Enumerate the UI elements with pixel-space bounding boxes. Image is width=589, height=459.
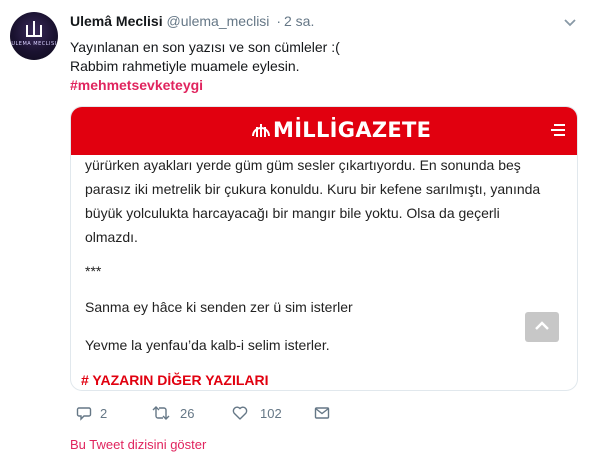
retweet-count: 26: [180, 406, 195, 421]
embedded-image-card[interactable]: MİLLİGAZETE yürürken ayakları yerde güm …: [70, 106, 578, 391]
author-handle[interactable]: @ulema_meclisi: [167, 13, 270, 29]
reply-button[interactable]: 2: [76, 403, 116, 423]
tweet-text: Yayınlanan en son yazısı ve son cümleler…: [70, 38, 340, 95]
avatar-text: ULEMA MECLISI: [11, 41, 57, 47]
scroll-top-button[interactable]: [525, 312, 559, 342]
like-button[interactable]: 102: [232, 403, 292, 423]
reply-count: 2: [100, 406, 108, 421]
article-paragraph: Sanma ey hâce ki senden zer ü sim isterl…: [85, 299, 353, 315]
milligazete-logo-icon: [252, 124, 270, 137]
article-paragraph: yürürken ayakları yerde güm güm sesler ç…: [85, 157, 541, 245]
tweet-header: Ulemâ Meclisi @ulema_meclisi · 2 sa.: [70, 13, 314, 29]
reply-icon: [76, 407, 92, 421]
like-count: 102: [260, 406, 282, 421]
envelope-icon: [314, 407, 330, 419]
ulema-logo-icon: [26, 21, 42, 37]
chevron-up-icon: [535, 321, 549, 330]
retweet-button[interactable]: 26: [152, 403, 202, 423]
other-articles-link[interactable]: # YAZARIN DİĞER YAZILARI: [81, 372, 269, 388]
retweet-icon: [152, 406, 170, 420]
hashtag-link[interactable]: #mehmetsevketeygi: [70, 76, 340, 95]
article-paragraph: Yevme la yenfau’da kalb-i selim isterler…: [85, 337, 330, 353]
tweet: ULEMA MECLISI Ulemâ Meclisi @ulema_mecli…: [0, 0, 589, 459]
hamburger-menu-icon[interactable]: [549, 121, 567, 139]
author-name[interactable]: Ulemâ Meclisi: [70, 13, 163, 29]
brand-logo: MİLLİGAZETE: [251, 118, 431, 144]
separator-dot: ·: [276, 13, 281, 29]
brand-name: MİLLİGAZETE: [273, 118, 432, 142]
tweet-actions: 2 26 102: [70, 403, 370, 423]
avatar[interactable]: ULEMA MECLISI: [10, 12, 58, 60]
card-header-bar: MİLLİGAZETE: [71, 107, 577, 155]
tweet-line: Yayınlanan en son yazısı ve son cümleler…: [70, 39, 340, 55]
direct-message-button[interactable]: [314, 403, 334, 423]
tweet-line: Rabbim rahmetiyle muamele eylesin.: [70, 58, 300, 74]
article-paragraph: ***: [85, 263, 102, 279]
tweet-time[interactable]: 2 sa.: [284, 13, 314, 29]
heart-icon: [232, 406, 248, 420]
show-thread-link[interactable]: Bu Tweet dizisini göster: [70, 437, 206, 452]
chevron-down-icon[interactable]: [563, 18, 577, 28]
